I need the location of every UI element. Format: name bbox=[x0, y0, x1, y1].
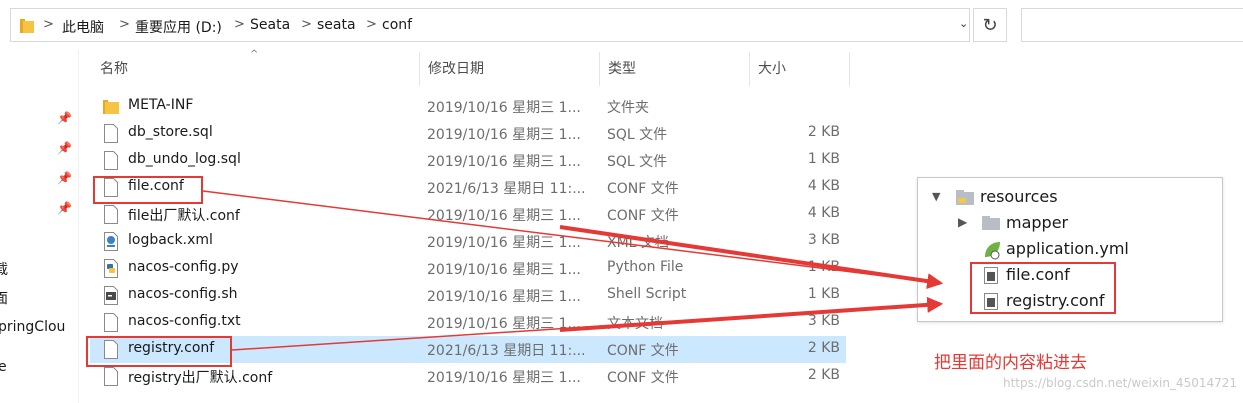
arrow-line bbox=[202, 190, 941, 284]
annotation-arrows bbox=[202, 190, 944, 351]
arrow-file-conf bbox=[559, 225, 944, 290]
arrow-registry-conf bbox=[559, 296, 944, 332]
watermark: https://blog.csdn.net/weixin_45014721 bbox=[1003, 376, 1238, 390]
annotation-note: 把里面的内容粘进去 bbox=[934, 353, 1087, 373]
